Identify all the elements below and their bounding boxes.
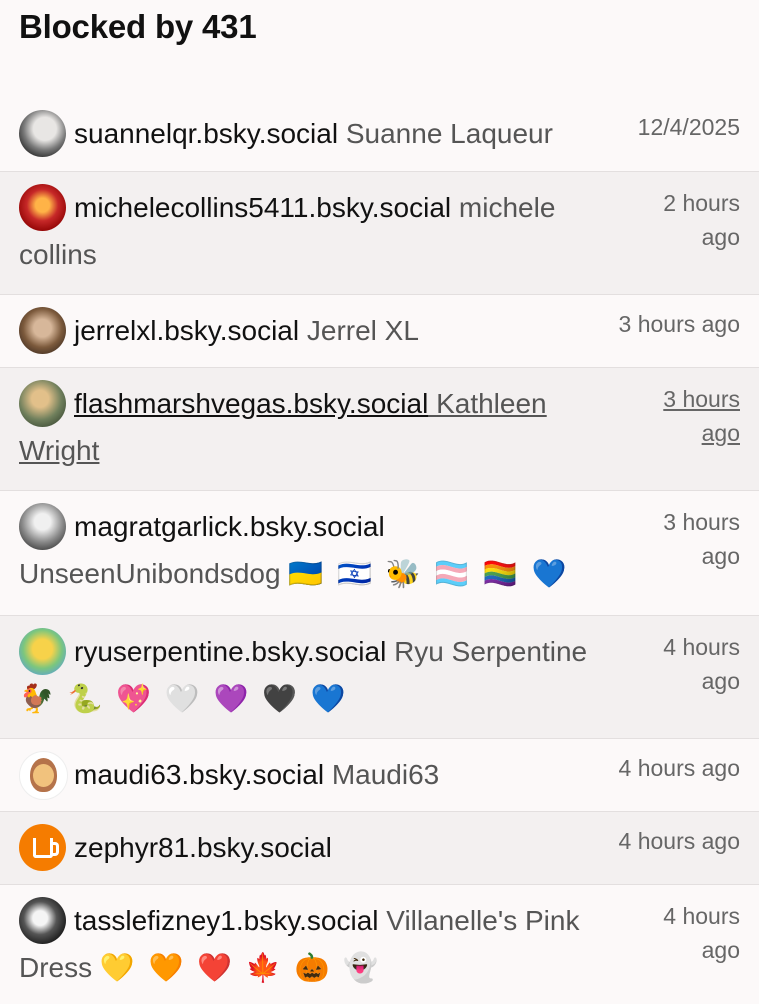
timestamp: 3 hours ago [618,311,740,337]
timestamp: 4 hours ago [663,634,740,694]
user-display-name: Jerrel XL [306,315,419,346]
list-item[interactable]: ryuserpentine.bsky.social Ryu Serpentine… [0,615,759,738]
avatar[interactable] [19,628,66,675]
user-handle[interactable]: tasslefizney1.bsky.social [74,905,379,936]
user-display-name: Ryu Serpentine [394,636,588,667]
list-item[interactable]: flashmarshvegas.bsky.social Kathleen Wri… [0,367,759,490]
list-item[interactable]: michelecollins5411.bsky.social michele c… [0,171,759,294]
timestamp: 3 hours ago [663,509,740,569]
user-name-emojis: 💛 🧡 ❤️ 🍁 🎃 👻 [99,952,381,983]
user-handle[interactable]: magratgarlick.bsky.social [74,511,385,542]
user-name-emojis: 🇺🇦 🇮🇱 🐝 🏳️‍⚧️ 🏳️‍🌈 💙 [288,558,570,589]
list-item[interactable]: jerrelxl.bsky.social Jerrel XL 3 hours a… [0,294,759,367]
avatar[interactable] [19,824,66,871]
page-title: Blocked by 431 [19,8,257,45]
avatar[interactable] [19,503,66,550]
list-item[interactable]: tasslefizney1.bsky.social Villanelle's P… [0,884,759,1004]
list-item[interactable]: zephyr81.bsky.social 4 hours ago [0,811,759,884]
timestamp: 12/4/2025 [637,114,740,140]
timestamp: 4 hours ago [618,755,740,781]
list-item[interactable]: maudi63.bsky.social Maudi63 4 hours ago [0,738,759,811]
avatar[interactable] [19,380,66,427]
user-handle[interactable]: maudi63.bsky.social [74,759,324,790]
list-item[interactable]: magratgarlick.bsky.social UnseenUnibonds… [0,490,759,615]
user-handle[interactable]: zephyr81.bsky.social [74,832,332,863]
timestamp: 3 hours ago [663,386,740,446]
user-handle[interactable]: suannelqr.bsky.social [74,118,338,149]
avatar[interactable] [19,110,66,157]
user-display-name: UnseenUnibondsdog [19,558,281,589]
user-display-name: Suanne Laqueur [345,118,553,149]
user-handle[interactable]: flashmarshvegas.bsky.social [74,388,428,419]
user-name-emojis: 🐓 🐍 💖 🤍 💜 🖤 💙 [19,683,349,714]
blocked-by-list: suannelqr.bsky.social Suanne Laqueur 12/… [0,98,759,1004]
avatar[interactable] [19,184,66,231]
timestamp: 2 hours ago [663,190,740,250]
timestamp: 4 hours ago [618,828,740,854]
user-handle[interactable]: michelecollins5411.bsky.social [74,192,451,223]
avatar[interactable] [19,751,68,800]
avatar[interactable] [19,307,66,354]
user-display-name: Maudi63 [331,759,440,790]
avatar[interactable] [19,897,66,944]
timestamp: 4 hours ago [663,903,740,963]
page-header: Blocked by 431 [0,0,759,98]
user-handle[interactable]: ryuserpentine.bsky.social [74,636,386,667]
list-item[interactable]: suannelqr.bsky.social Suanne Laqueur 12/… [0,98,759,171]
user-handle[interactable]: jerrelxl.bsky.social [74,315,299,346]
